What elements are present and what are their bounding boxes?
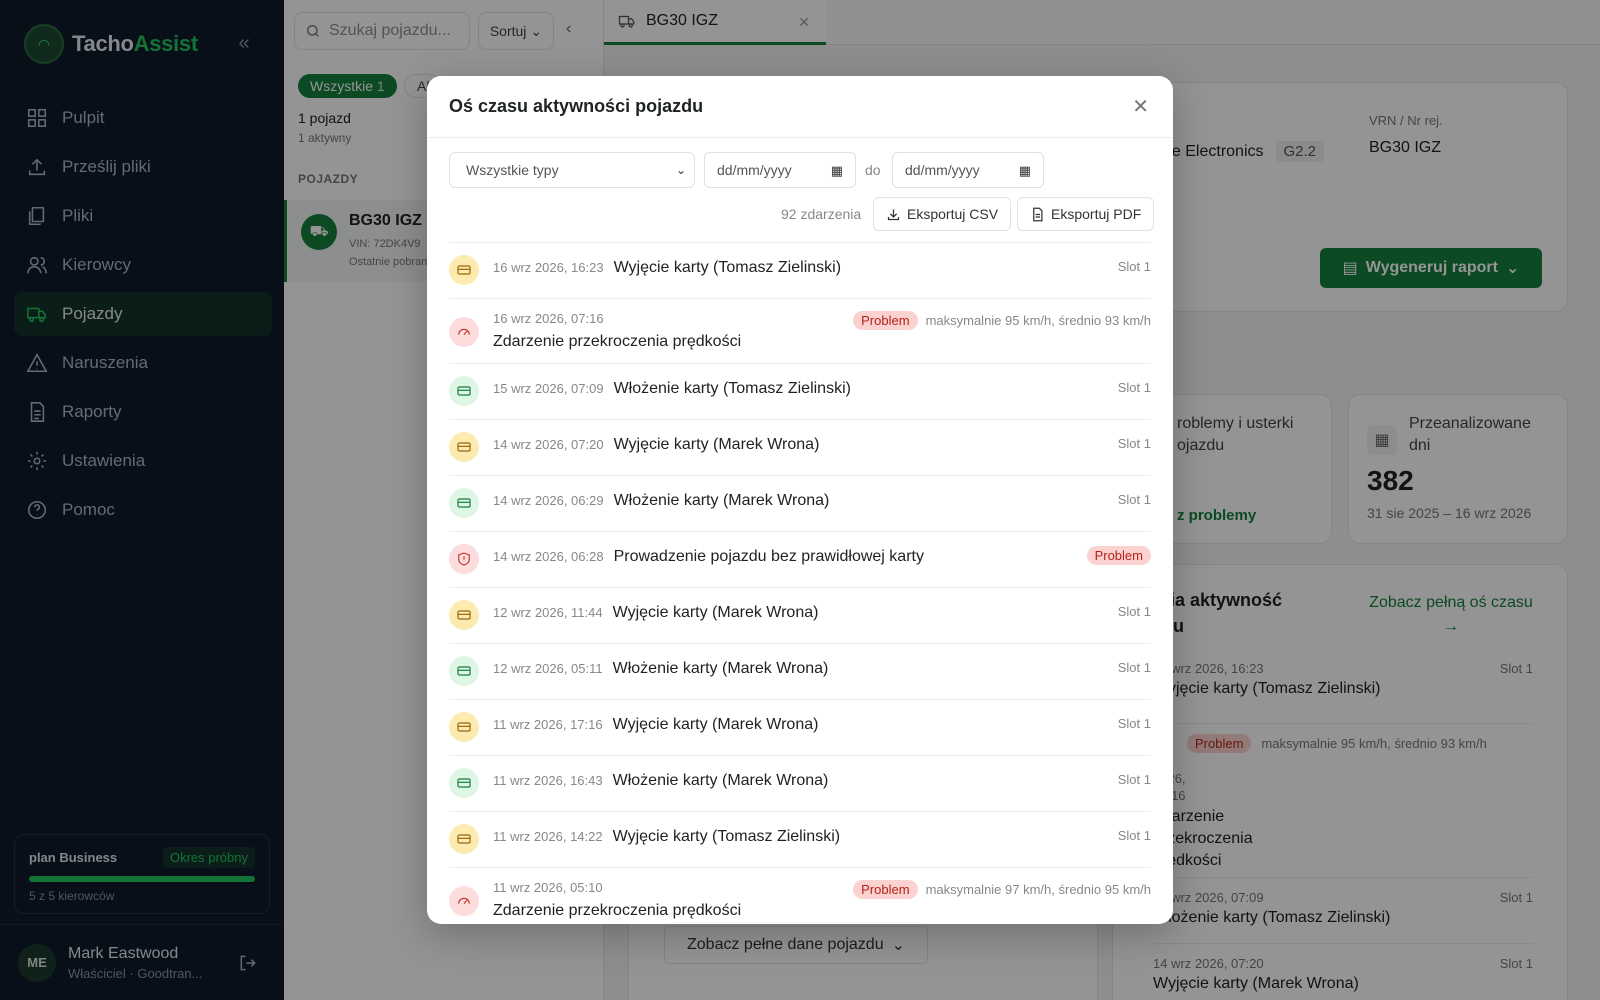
event-slot: Slot 1 [1117,436,1151,451]
event-row[interactable]: 15 wrz 2026, 07:09 Włożenie karty (Tomasz… [449,364,1151,420]
event-text: Prowadzenie pojazdu bez prawidłowej kart… [613,548,924,565]
event-slot: Slot 1 [1117,772,1151,787]
card-icon [449,824,479,854]
event-row[interactable]: 12 wrz 2026, 11:44 Wyjęcie karty (Marek W… [449,588,1151,644]
events-count: 92 zdarzenia [781,206,862,222]
event-slot: Slot 1 [1117,660,1151,675]
date-range-separator: do [865,162,881,178]
event-list: 16 wrz 2026, 16:23 Wyjęcie karty (Tomasz … [449,242,1151,924]
card-icon [449,656,479,686]
event-text: Zdarzenie przekroczenia prędkości [493,333,742,350]
event-date: 11 wrz 2026, 17:16 [493,717,603,732]
event-slot: Slot 1 [1117,259,1151,274]
event-text: Wyjęcie karty (Marek Wrona) [612,716,819,733]
export-pdf-label: Eksportuj PDF [1051,206,1142,222]
event-row[interactable]: 16 wrz 2026, 07:16 Zdarzenie przekroczen… [449,299,1151,364]
export-pdf-button[interactable]: Eksportuj PDF [1017,197,1155,231]
event-text: Włożenie karty (Marek Wrona) [613,492,830,509]
event-date: 11 wrz 2026, 05:10 [493,880,603,895]
card-icon [449,432,479,462]
event-date: 16 wrz 2026, 07:16 [493,311,604,326]
event-date: 11 wrz 2026, 16:43 [493,773,603,788]
event-detail: maksymalnie 95 km/h, średnio 93 km/h [925,313,1151,328]
event-row[interactable]: 14 wrz 2026, 07:20 Wyjęcie karty (Marek W… [449,420,1151,476]
event-slot: Slot 1 [1117,716,1151,731]
card-icon [449,768,479,798]
event-row[interactable]: 11 wrz 2026, 16:43 Włożenie karty (Marek … [449,756,1151,812]
card-icon [449,600,479,630]
event-row[interactable]: 11 wrz 2026, 14:22 Wyjęcie karty (Tomasz … [449,812,1151,868]
document-icon [1033,207,1043,221]
event-text: Wyjęcie karty (Tomasz Zielinski) [613,259,842,276]
event-text: Wyjęcie karty (Tomasz Zielinski) [612,828,841,845]
card-icon [449,255,479,285]
export-csv-label: Eksportuj CSV [907,206,999,222]
event-detail: maksymalnie 97 km/h, średnio 95 km/h [925,882,1151,897]
calendar-icon[interactable]: ▦ [831,163,843,179]
event-type-select[interactable]: Wszystkie typy ⌄ [449,152,695,188]
download-icon [887,209,900,220]
date-from-input[interactable]: dd/mm/yyyy ▦ [704,152,856,188]
problem-badge: Problem [1086,546,1151,565]
modal-header: Oś czasu aktywności pojazdu ✕ [427,76,1173,138]
event-text: Włożenie karty (Tomasz Zielinski) [613,380,851,397]
shield-alert-icon [449,544,479,574]
event-slot: Slot 1 [1117,828,1151,843]
event-slot: Slot 1 [1117,380,1151,395]
date-from-placeholder: dd/mm/yyyy [717,162,792,178]
event-date: 14 wrz 2026, 06:28 [493,549,604,564]
close-icon[interactable]: ✕ [1132,94,1149,119]
card-icon [449,488,479,518]
event-row[interactable]: 11 wrz 2026, 17:16 Wyjęcie karty (Marek W… [449,700,1151,756]
event-row[interactable]: 14 wrz 2026, 06:29 Włożenie karty (Marek … [449,476,1151,532]
event-row[interactable]: 12 wrz 2026, 05:11 Włożenie karty (Marek … [449,644,1151,700]
event-date: 12 wrz 2026, 11:44 [493,605,603,620]
event-slot: Slot 1 [1117,604,1151,619]
card-icon [449,376,479,406]
calendar-icon[interactable]: ▦ [1019,163,1031,179]
chevron-down-icon: ⌄ [675,163,686,177]
problem-badge: Problem [853,880,918,899]
problem-badge: Problem [853,311,918,330]
event-date: 15 wrz 2026, 07:09 [493,381,604,396]
modal-title: Oś czasu aktywności pojazdu [449,96,704,116]
event-text: Włożenie karty (Marek Wrona) [612,772,829,789]
date-to-input[interactable]: dd/mm/yyyy ▦ [892,152,1044,188]
event-date: 11 wrz 2026, 14:22 [493,829,603,844]
event-text: Zdarzenie przekroczenia prędkości [493,902,742,919]
event-text: Włożenie karty (Marek Wrona) [612,660,829,677]
event-slot: Slot 1 [1117,492,1151,507]
timeline-modal: Oś czasu aktywności pojazdu ✕ Wszystkie … [427,76,1173,924]
event-row[interactable]: 11 wrz 2026, 05:10 Zdarzenie przekroczen… [449,868,1151,924]
card-icon [449,712,479,742]
event-row[interactable]: 16 wrz 2026, 16:23 Wyjęcie karty (Tomasz … [449,243,1151,299]
event-date: 12 wrz 2026, 05:11 [493,661,603,676]
event-row[interactable]: 14 wrz 2026, 06:28 Prowadzenie pojazdu be… [449,532,1151,588]
date-to-placeholder: dd/mm/yyyy [905,162,980,178]
event-type-value: Wszystkie typy [466,162,559,178]
event-date: 16 wrz 2026, 16:23 [493,260,604,275]
export-csv-button[interactable]: Eksportuj CSV [873,197,1012,231]
event-text: Wyjęcie karty (Marek Wrona) [612,604,819,621]
event-date: 14 wrz 2026, 07:20 [493,437,604,452]
speedometer-icon [449,317,479,347]
event-text: Wyjęcie karty (Marek Wrona) [613,436,820,453]
speedometer-icon [449,886,479,916]
event-date: 14 wrz 2026, 06:29 [493,493,604,508]
